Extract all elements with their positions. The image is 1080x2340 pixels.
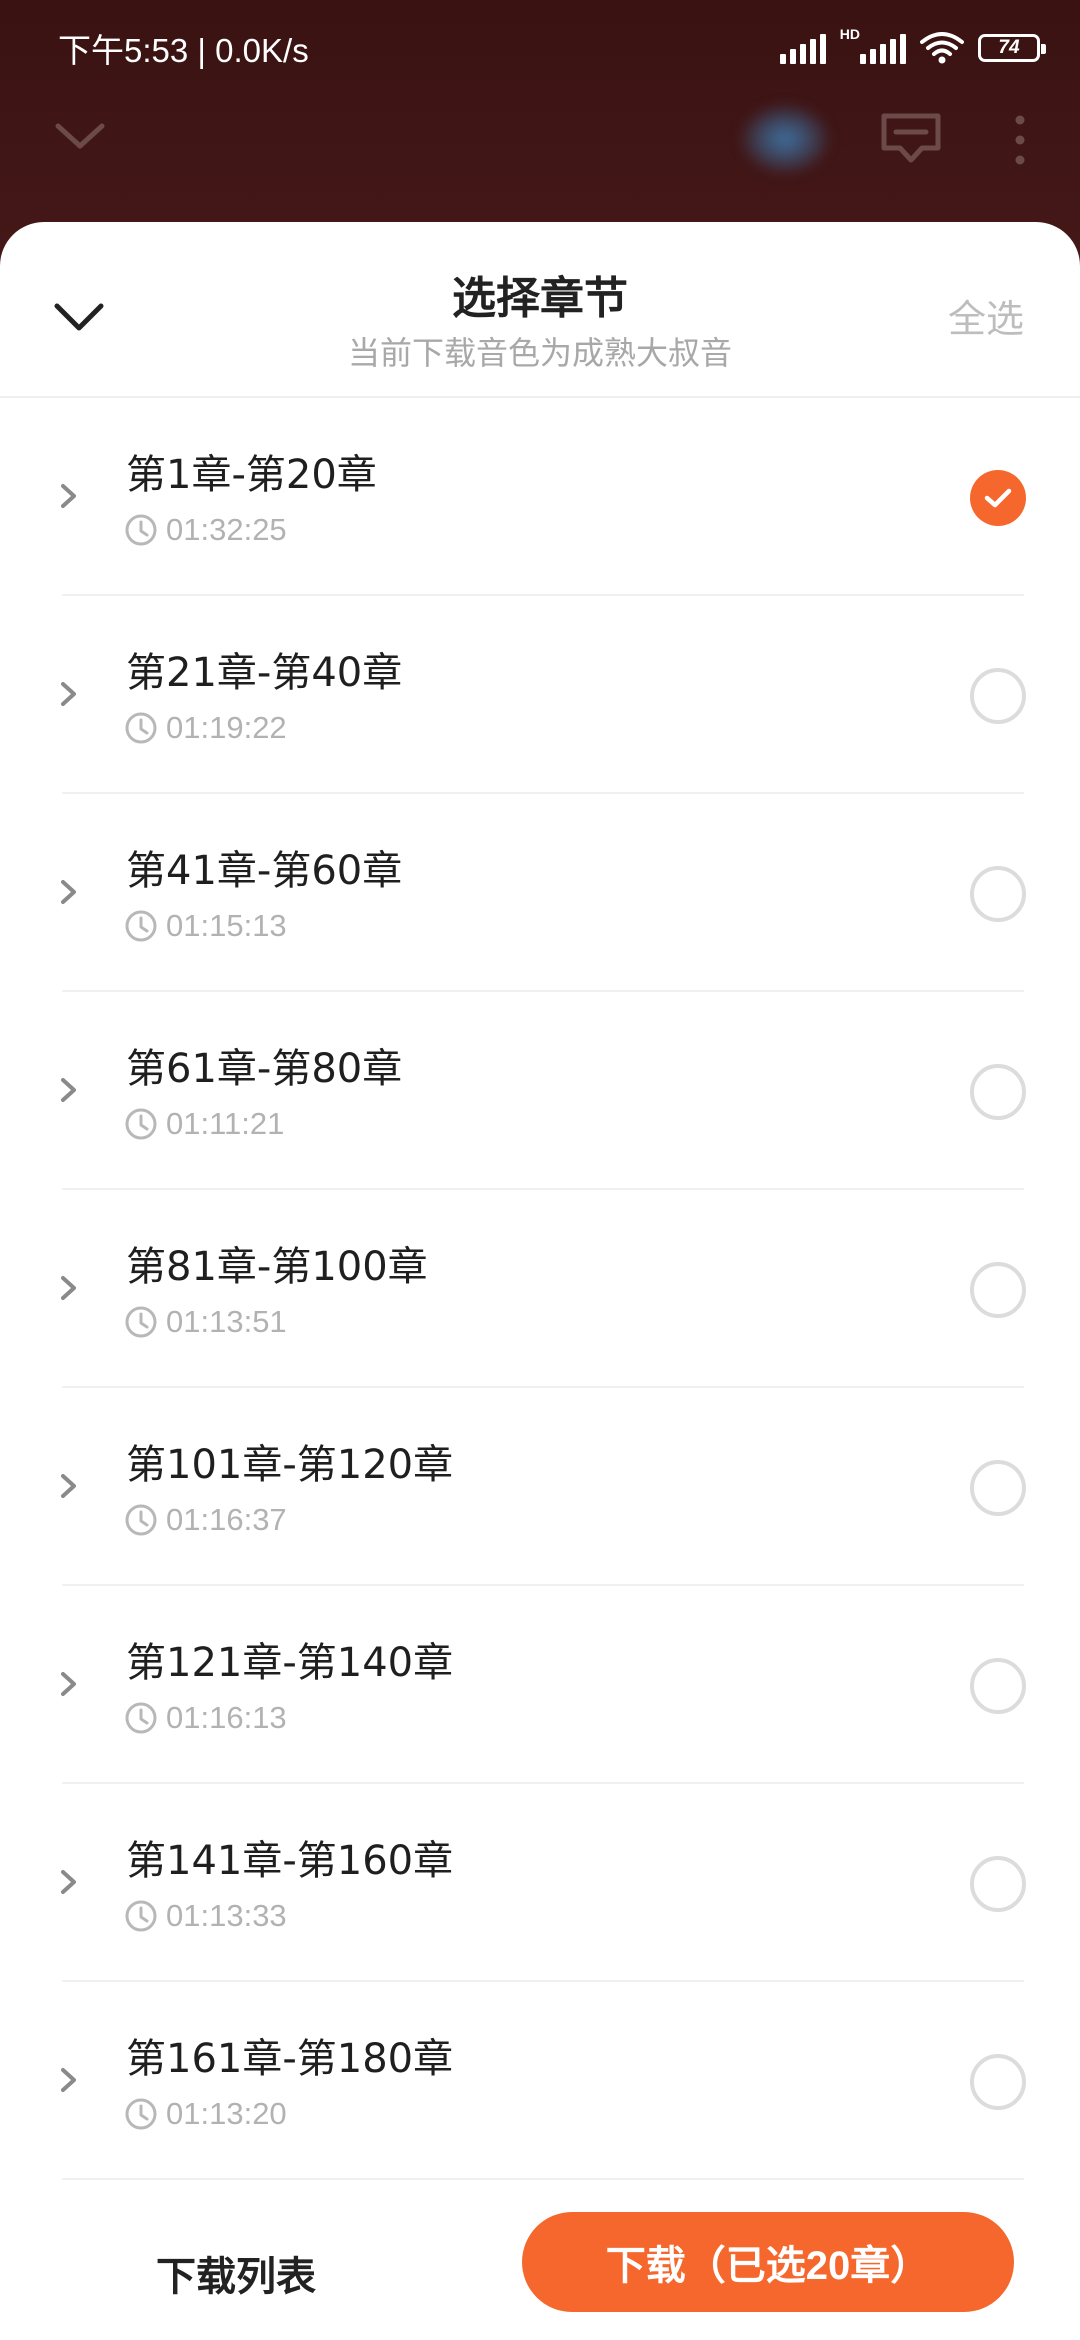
sheet-header: 选择章节 当前下载音色为成熟大叔音 全选: [0, 222, 1080, 398]
row-divider: [62, 2178, 1024, 2180]
more-vertical-icon[interactable]: [1010, 110, 1030, 170]
chapter-checkbox[interactable]: [970, 470, 1026, 526]
chevron-right-icon[interactable]: [54, 872, 84, 912]
chapter-title: 第161章-第180章: [126, 2036, 454, 2082]
chevron-right-icon[interactable]: [54, 1664, 84, 1704]
chapter-title: 第1章-第20章: [126, 452, 377, 498]
chapter-checkbox[interactable]: [970, 2054, 1026, 2110]
duration-text: 01:13:51: [166, 1304, 287, 1339]
check-icon: [984, 488, 1012, 508]
chevron-right-icon[interactable]: [54, 1268, 84, 1308]
chapter-checkbox[interactable]: [970, 1658, 1026, 1714]
clock-icon: [125, 1306, 157, 1338]
duration-text: 01:15:13: [166, 908, 287, 943]
chapter-duration: 01:16:37: [124, 1502, 287, 1538]
chevron-right-icon[interactable]: [54, 674, 84, 714]
chapter-title: 第61章-第80章: [126, 1046, 403, 1092]
wifi-icon: [920, 32, 964, 64]
duration-text: 01:16:37: [166, 1502, 287, 1537]
battery-indicator: 74: [978, 34, 1046, 62]
chapter-duration: 01:19:22: [124, 710, 287, 746]
player-toolbar: [0, 96, 1080, 206]
chapter-title: 第101章-第120章: [126, 1442, 454, 1488]
download-list-button[interactable]: 下载列表: [156, 2244, 316, 2302]
chapter-title: 第141章-第160章: [126, 1838, 454, 1884]
status-time-speed: 下午5:53 | 0.0K/s: [58, 32, 309, 69]
blurred-avatar: [740, 104, 830, 174]
status-bar: 下午5:53 | 0.0K/s HD 74: [0, 0, 1080, 96]
chapter-select-sheet: 选择章节 当前下载音色为成熟大叔音 全选 第1章-第20章 01:32:25 第…: [0, 222, 1080, 2340]
clock-icon: [125, 1702, 157, 1734]
chapter-checkbox[interactable]: [970, 668, 1026, 724]
clock-icon: [125, 514, 157, 546]
clock-icon: [125, 910, 157, 942]
voice-subtitle: 当前下载音色为成熟大叔音: [347, 334, 732, 372]
chapter-checkbox[interactable]: [970, 1064, 1026, 1120]
chapter-list: 第1章-第20章 01:32:25 第21章-第40章 01:19:22 第41…: [0, 398, 1080, 2180]
clock-icon: [125, 1900, 157, 1932]
status-icons: HD 74: [779, 24, 1046, 72]
chapter-row[interactable]: 第21章-第40章 01:19:22: [0, 596, 1080, 794]
download-button[interactable]: 下载（已选20章）: [522, 2212, 1014, 2312]
chapter-duration: 01:11:21: [124, 1106, 284, 1142]
chapter-row[interactable]: 第1章-第20章 01:32:25: [0, 398, 1080, 596]
chapter-title: 第121章-第140章: [126, 1640, 454, 1686]
signal-hd-icon: [860, 32, 906, 64]
duration-text: 01:19:22: [166, 710, 287, 745]
chapter-row[interactable]: 第41章-第60章 01:15:13: [0, 794, 1080, 992]
chevron-right-icon[interactable]: [54, 1862, 84, 1902]
chapter-title: 第21章-第40章: [126, 650, 403, 696]
chapter-duration: 01:13:33: [124, 1898, 287, 1934]
chapter-duration: 01:16:13: [124, 1700, 287, 1736]
chevron-right-icon[interactable]: [54, 2060, 84, 2100]
bottom-action-bar: 下载列表 下载（已选20章）: [0, 2212, 1080, 2340]
player-background: 下午5:53 | 0.0K/s HD 74: [0, 0, 1080, 260]
duration-text: 01:13:20: [166, 2096, 287, 2131]
chapter-title: 第81章-第100章: [126, 1244, 428, 1290]
duration-text: 01:16:13: [166, 1700, 287, 1735]
duration-text: 01:32:25: [166, 512, 287, 547]
chapter-duration: 01:32:25: [124, 512, 287, 548]
signal-icon: [779, 32, 826, 64]
chapter-row[interactable]: 第81章-第100章 01:13:51: [0, 1190, 1080, 1388]
chapter-row[interactable]: 第141章-第160章 01:13:33: [0, 1784, 1080, 1982]
chapter-row[interactable]: 第101章-第120章 01:16:37: [0, 1388, 1080, 1586]
chevron-down-icon[interactable]: [50, 106, 110, 166]
chapter-row[interactable]: 第121章-第140章 01:16:13: [0, 1586, 1080, 1784]
chevron-right-icon[interactable]: [54, 476, 84, 516]
clock-icon: [125, 2098, 157, 2130]
page-title: 选择章节: [452, 273, 628, 324]
duration-text: 01:13:33: [166, 1898, 287, 1933]
clock-icon: [125, 712, 157, 744]
chapter-duration: 01:13:51: [124, 1304, 287, 1340]
chapter-duration: 01:13:20: [124, 2096, 287, 2132]
clock-icon: [125, 1108, 157, 1140]
chevron-right-icon[interactable]: [54, 1466, 84, 1506]
duration-text: 01:11:21: [166, 1106, 285, 1141]
cast-icon[interactable]: [878, 108, 944, 168]
chapter-checkbox[interactable]: [970, 1262, 1026, 1318]
chapter-title: 第41章-第60章: [126, 848, 403, 894]
select-all-button[interactable]: 全选: [948, 288, 1024, 343]
chapter-checkbox[interactable]: [970, 866, 1026, 922]
chapter-row[interactable]: 第161章-第180章 01:13:20: [0, 1982, 1080, 2180]
chapter-checkbox[interactable]: [970, 1856, 1026, 1912]
hd-label: HD: [839, 26, 860, 42]
chapter-duration: 01:15:13: [124, 908, 287, 944]
chapter-checkbox[interactable]: [970, 1460, 1026, 1516]
clock-icon: [125, 1504, 157, 1536]
chapter-row[interactable]: 第61章-第80章 01:11:21: [0, 992, 1080, 1190]
chevron-right-icon[interactable]: [54, 1070, 84, 1110]
